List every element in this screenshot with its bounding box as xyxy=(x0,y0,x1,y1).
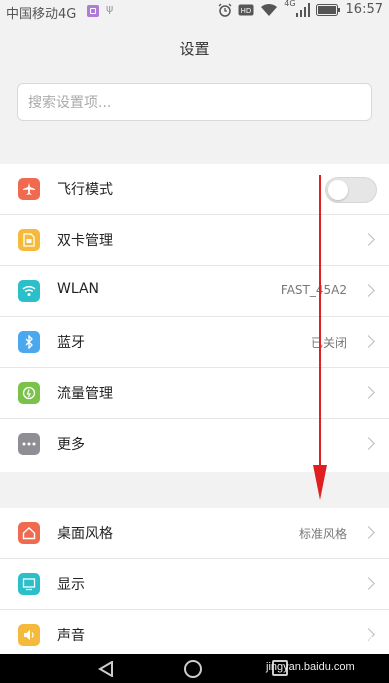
bluetooth-icon xyxy=(18,331,40,353)
chevron-right-icon xyxy=(362,233,375,246)
setting-row-wlan[interactable]: WLAN FAST_45A2 xyxy=(0,266,389,317)
hd-icon: HD xyxy=(238,4,254,15)
watermark-logo: Bai 经验 xyxy=(312,632,375,651)
setting-label: 声音 xyxy=(57,628,85,644)
setting-row-airplane-mode[interactable]: 飞行模式 xyxy=(0,164,389,215)
network-type-label: 4G xyxy=(284,0,296,8)
carrier-label: 中国移动4G xyxy=(6,7,77,22)
setting-row-dual-sim[interactable]: 双卡管理 xyxy=(0,215,389,266)
battery-icon xyxy=(315,3,340,16)
setting-row-display[interactable]: 显示 xyxy=(0,559,389,610)
svg-text:HD: HD xyxy=(241,7,252,15)
setting-label: 显示 xyxy=(57,577,85,593)
display-icon xyxy=(18,573,40,595)
chevron-right-icon xyxy=(362,386,375,399)
chevron-right-icon xyxy=(362,437,375,450)
setting-row-more[interactable]: 更多 xyxy=(0,419,389,470)
usb-icon: ψ xyxy=(106,2,114,15)
status-bar: 中国移动4G ψ HD 4G 16:57 xyxy=(0,0,389,24)
back-button[interactable] xyxy=(98,661,114,677)
signal-icon xyxy=(295,2,310,17)
toggle-knob xyxy=(328,180,348,200)
search-input[interactable]: 搜索设置项... xyxy=(17,83,372,121)
setting-row-data-usage[interactable]: 流量管理 xyxy=(0,368,389,419)
sim-badge-icon xyxy=(87,5,99,17)
setting-label: 更多 xyxy=(57,437,85,453)
setting-label: 双卡管理 xyxy=(57,233,113,249)
annotation-arrow xyxy=(313,175,327,500)
watermark-text: jingyan.baidu.com xyxy=(266,661,355,673)
chevron-right-icon xyxy=(362,577,375,590)
sound-icon xyxy=(18,624,40,646)
setting-label: 飞行模式 xyxy=(57,182,113,198)
clock: 16:57 xyxy=(345,2,383,17)
data-usage-icon xyxy=(18,382,40,404)
chevron-right-icon xyxy=(362,526,375,539)
wifi-icon xyxy=(18,280,40,302)
wifi-status-icon xyxy=(261,3,278,16)
setting-row-bluetooth[interactable]: 蓝牙 已关闭 xyxy=(0,317,389,368)
setting-label: 流量管理 xyxy=(57,386,113,402)
setting-label: 蓝牙 xyxy=(57,335,85,351)
airplane-mode-toggle[interactable] xyxy=(325,177,377,203)
home-style-icon xyxy=(18,522,40,544)
airplane-icon xyxy=(18,178,40,200)
home-style-value: 标准风格 xyxy=(298,527,347,541)
home-button[interactable] xyxy=(184,660,202,678)
more-icon xyxy=(18,433,40,455)
setting-label: 桌面风格 xyxy=(57,526,113,542)
settings-group-connectivity: 飞行模式 双卡管理 WLAN FAST_45A2 蓝牙 已关闭 流量管理 更多 xyxy=(0,164,389,472)
setting-row-home-style[interactable]: 桌面风格 标准风格 xyxy=(0,508,389,559)
chevron-right-icon xyxy=(362,335,375,348)
alarm-icon xyxy=(218,3,232,17)
setting-label: WLAN xyxy=(57,281,100,297)
watermark: Bai 经验 jingyan.baidu.com xyxy=(266,628,376,676)
page-title: 设置 xyxy=(0,24,389,74)
sim-card-icon xyxy=(18,229,40,251)
chevron-right-icon xyxy=(362,284,375,297)
search-bar: 搜索设置项... xyxy=(0,74,389,128)
status-icons: HD 4G 16:57 xyxy=(218,0,383,17)
